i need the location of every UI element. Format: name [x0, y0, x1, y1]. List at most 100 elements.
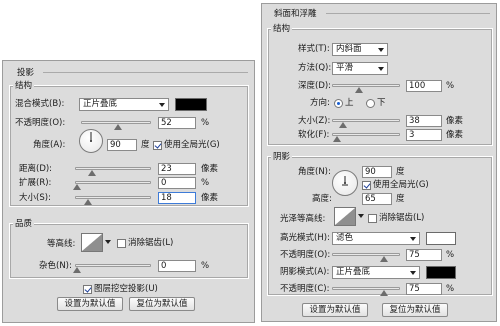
bevel-angle-label: 角度(N): — [298, 167, 331, 177]
bevel-depth-slider-thumb[interactable] — [355, 87, 363, 93]
bevel-depth-slider[interactable] — [332, 84, 400, 93]
bevel-technique-select[interactable]: 平滑 — [332, 62, 388, 75]
bevel-size-slider-thumb[interactable] — [339, 122, 347, 128]
drop-shadow-panel: 投影 结构 混合模式(B): 正片叠底 不透明度(O): 52 % 角度(A):… — [2, 60, 255, 323]
bevel-altitude-unit: 度 — [396, 194, 405, 204]
bevel-size-unit: 像素 — [446, 116, 464, 126]
chevron-down-icon — [378, 48, 384, 52]
bevel-angle-dial[interactable] — [332, 170, 358, 196]
bevel-shadow-mode-value: 正片叠底 — [336, 267, 371, 277]
bevel-highlight-opacity-input[interactable]: 75 — [406, 249, 442, 261]
shadow-antialias-label[interactable]: 消除锯齿(L) — [128, 238, 173, 249]
shadow-distance-slider[interactable] — [75, 167, 151, 176]
bevel-direction-down-label[interactable]: 下 — [377, 98, 386, 109]
bevel-global-light-label[interactable]: 使用全局光(G) — [373, 180, 429, 191]
shadow-global-light-label[interactable]: 使用全局光(G) — [164, 140, 220, 151]
bevel-highlight-opacity-slider[interactable] — [332, 253, 400, 262]
bevel-shadow-opacity-input[interactable]: 75 — [406, 283, 442, 295]
bevel-highlight-color-swatch[interactable] — [426, 232, 456, 245]
bevel-angle-unit: 度 — [396, 167, 405, 177]
shadow-contour-label: 等高线: — [47, 239, 76, 249]
shadow-opacity-input[interactable]: 52 — [158, 117, 196, 129]
shadow-size-slider[interactable] — [75, 196, 151, 205]
bevel-direction-up-radio[interactable] — [334, 99, 343, 108]
bevel-depth-unit: % — [446, 81, 455, 91]
bevel-shadow-opacity-slider-thumb[interactable] — [380, 290, 388, 296]
shadow-spread-input[interactable]: 0 — [158, 177, 196, 189]
shadow-noise-slider-thumb[interactable] — [73, 267, 81, 273]
chevron-down-icon — [159, 103, 165, 107]
shadow-opacity-slider-thumb[interactable] — [114, 124, 122, 130]
shadow-spread-slider[interactable] — [73, 181, 151, 190]
bevel-depth-label: 深度(D): — [298, 81, 332, 91]
bevel-highlight-mode-select[interactable]: 滤色 — [332, 232, 420, 245]
shadow-size-slider-thumb[interactable] — [84, 199, 92, 205]
bevel-style-value: 内斜面 — [336, 44, 362, 54]
bevel-size-label: 大小(Z): — [298, 116, 331, 126]
drop-shadow-title-rule — [43, 72, 248, 73]
shadow-distance-input[interactable]: 23 — [158, 163, 196, 175]
bevel-soften-slider[interactable] — [332, 133, 400, 142]
shadow-structure-title: 结构 — [13, 79, 35, 91]
shadow-knockout-checkbox[interactable] — [83, 285, 92, 294]
shadow-knockout-label[interactable]: 图层挖空投影(U) — [94, 284, 158, 295]
bevel-style-select[interactable]: 内斜面 — [332, 43, 388, 56]
chevron-down-icon — [105, 240, 111, 244]
bevel-altitude-input[interactable]: 65 — [362, 193, 392, 205]
bevel-antialias-checkbox[interactable] — [368, 214, 377, 223]
shadow-spread-unit: % — [201, 178, 210, 188]
bevel-emboss-title: 斜面和浮雕 — [272, 7, 319, 19]
bevel-soften-label: 软化(F): — [298, 130, 330, 140]
shadow-noise-label: 杂色(N): — [39, 261, 72, 271]
shadow-spread-label: 扩展(R): — [19, 178, 52, 188]
shadow-size-unit: 像素 — [201, 193, 219, 203]
shadow-global-light-checkbox[interactable] — [153, 141, 162, 150]
shadow-reset-default-button[interactable]: 复位为默认值 — [129, 297, 195, 311]
bevel-highlight-mode-value: 滤色 — [336, 233, 354, 243]
shadow-spread-slider-thumb[interactable] — [73, 184, 81, 190]
shadow-angle-dial[interactable] — [79, 129, 103, 153]
bevel-size-slider[interactable] — [332, 119, 400, 128]
shadow-distance-label: 距离(D): — [19, 164, 53, 174]
bevel-reset-default-button[interactable]: 复位为默认值 — [382, 303, 448, 317]
shadow-distance-unit: 像素 — [201, 164, 219, 174]
bevel-global-light-checkbox[interactable] — [362, 181, 371, 190]
shadow-distance-slider-thumb[interactable] — [88, 170, 96, 176]
bevel-shadow-mode-label: 阴影模式(A): — [280, 267, 330, 277]
shadow-blend-mode-label: 混合模式(B): — [15, 99, 65, 109]
bevel-shadow-mode-select[interactable]: 正片叠底 — [332, 266, 420, 279]
bevel-antialias-label[interactable]: 消除锯齿(L) — [379, 213, 424, 224]
bevel-direction-down-radio[interactable] — [366, 99, 375, 108]
bevel-shadow-opacity-slider[interactable] — [332, 287, 400, 296]
shadow-noise-input[interactable]: 0 — [158, 260, 196, 272]
bevel-structure-title: 结构 — [271, 22, 293, 34]
shadow-opacity-slider[interactable] — [81, 121, 151, 130]
bevel-gloss-contour-picker[interactable] — [334, 207, 364, 226]
shadow-contour-picker[interactable] — [81, 233, 111, 252]
bevel-set-default-button[interactable]: 设置为默认值 — [302, 303, 368, 317]
shadow-angle-unit: 度 — [141, 140, 150, 150]
chevron-down-icon — [410, 237, 416, 241]
shadow-opacity-unit: % — [201, 118, 210, 128]
shadow-quality-title: 品质 — [13, 217, 35, 229]
bevel-highlight-opacity-slider-thumb[interactable] — [380, 256, 388, 262]
shadow-blend-mode-select[interactable]: 正片叠底 — [79, 98, 169, 111]
chevron-down-icon — [378, 67, 384, 71]
bevel-depth-input[interactable]: 100 — [406, 80, 442, 92]
bevel-size-input[interactable]: 38 — [406, 115, 442, 127]
bevel-soften-input[interactable]: 3 — [406, 129, 442, 141]
bevel-angle-input[interactable]: 90 — [362, 166, 392, 178]
bevel-highlight-opacity-label: 不透明度(O): — [280, 250, 331, 260]
bevel-direction-up-label[interactable]: 上 — [345, 98, 354, 109]
shadow-blend-mode-value: 正片叠底 — [83, 99, 118, 109]
shadow-antialias-checkbox[interactable] — [117, 239, 126, 248]
shadow-set-default-button[interactable]: 设置为默认值 — [57, 297, 123, 311]
shadow-size-input[interactable]: 18 — [158, 192, 196, 204]
bevel-technique-value: 平滑 — [336, 63, 354, 73]
bevel-soften-slider-thumb[interactable] — [333, 136, 341, 142]
bevel-shadow-color-swatch[interactable] — [426, 266, 456, 279]
shadow-angle-input[interactable]: 90 — [107, 139, 137, 151]
shadow-color-swatch[interactable] — [175, 98, 207, 111]
shadow-noise-slider[interactable] — [73, 264, 151, 273]
chevron-down-icon — [410, 271, 416, 275]
